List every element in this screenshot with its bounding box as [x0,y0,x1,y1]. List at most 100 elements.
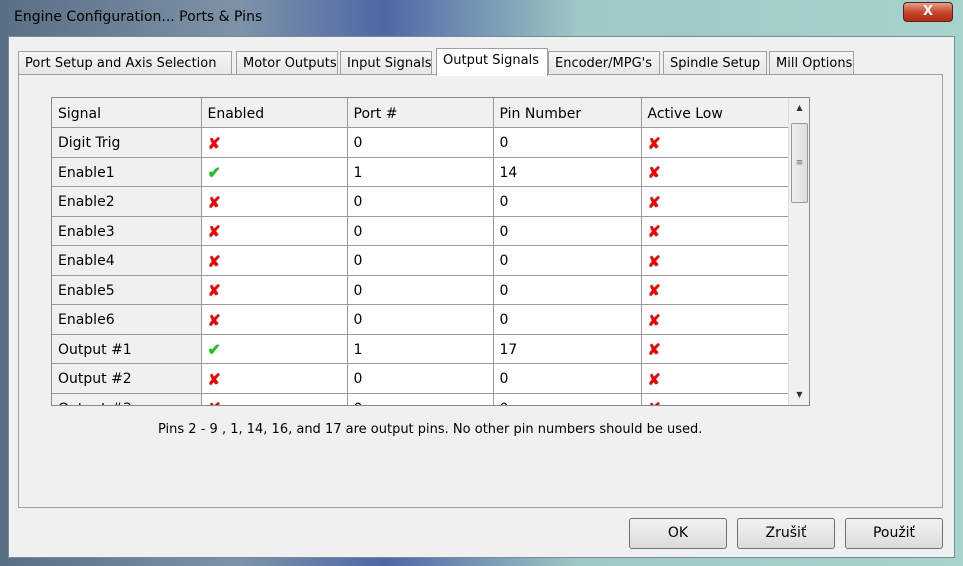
signal-cell: Enable6 [52,304,202,335]
window-title: Engine Configuration... Ports & Pins [14,9,263,25]
tab-encoder-mpg[interactable]: Encoder/MPG's [548,51,660,75]
table-row[interactable]: Enable6 ✘ 0 0 ✘ [52,304,789,335]
tab-input-signals[interactable]: Input Signals [340,51,432,75]
signal-cell: Output #2 [52,363,202,394]
table-row[interactable]: Enable4 ✘ 0 0 ✘ [52,245,789,276]
green-check-icon[interactable]: ✔ [208,340,221,359]
red-x-icon[interactable]: ✘ [208,281,221,300]
active-low-cell[interactable]: ✘ [641,127,789,158]
red-x-icon[interactable]: ✘ [208,370,221,389]
pin-cell[interactable]: 0 [493,216,642,246]
red-x-icon[interactable]: ✘ [648,252,661,271]
red-x-icon[interactable]: ✘ [648,370,661,389]
red-x-icon[interactable]: ✘ [208,134,221,153]
active-low-cell[interactable]: ✘ [641,334,789,364]
tab-output-signals[interactable]: Output Signals [436,48,548,76]
active-low-cell[interactable]: ✘ [641,304,789,335]
active-low-cell[interactable]: ✘ [641,216,789,246]
port-cell[interactable]: 0 [347,245,494,276]
table-row[interactable]: Output #3 ✘ 0 0 ✘ [52,393,789,405]
red-x-icon[interactable]: ✘ [648,163,661,182]
red-x-icon[interactable]: ✘ [648,134,661,153]
signals-grid[interactable]: Signal Enabled Port # Pin Number Active … [51,97,810,406]
col-enabled[interactable]: Enabled [201,98,348,128]
col-signal[interactable]: Signal [52,98,202,128]
table-row[interactable]: Enable3 ✘ 0 0 ✘ [52,216,789,246]
active-low-cell[interactable]: ✘ [641,186,789,217]
signal-cell: Enable3 [52,216,202,246]
enabled-cell[interactable]: ✘ [201,304,348,335]
close-button[interactable]: X [903,2,953,22]
table-row[interactable]: Output #1 ✔ 1 17 ✘ [52,334,789,364]
tab-motor-outputs[interactable]: Motor Outputs [236,51,338,75]
header-row: Signal Enabled Port # Pin Number Active … [52,98,789,128]
pin-cell[interactable]: 0 [493,245,642,276]
red-x-icon[interactable]: ✘ [208,399,221,405]
red-x-icon[interactable]: ✘ [648,340,661,359]
pin-cell[interactable]: 0 [493,186,642,217]
col-active-low[interactable]: Active Low [641,98,789,128]
pin-cell[interactable]: 0 [493,127,642,158]
red-x-icon[interactable]: ✘ [208,252,221,271]
red-x-icon[interactable]: ✘ [208,222,221,241]
port-cell[interactable]: 0 [347,363,494,394]
tab-mill-options[interactable]: Mill Options [769,51,854,75]
table-row[interactable]: Enable5 ✘ 0 0 ✘ [52,275,789,305]
scroll-down-arrow[interactable]: ▼ [789,385,809,405]
port-cell[interactable]: 1 [347,157,494,187]
enabled-cell[interactable]: ✘ [201,216,348,246]
signals-table: Signal Enabled Port # Pin Number Active … [52,98,789,405]
enabled-cell[interactable]: ✘ [201,393,348,405]
table-row[interactable]: Enable2 ✘ 0 0 ✘ [52,186,789,217]
cancel-button[interactable]: Zrušiť [737,518,835,549]
table-row[interactable]: Digit Trig ✘ 0 0 ✘ [52,127,789,158]
enabled-cell[interactable]: ✘ [201,363,348,394]
red-x-icon[interactable]: ✘ [208,311,221,330]
port-cell[interactable]: 0 [347,216,494,246]
pin-cell[interactable]: 17 [493,334,642,364]
active-low-cell[interactable]: ✘ [641,245,789,276]
active-low-cell[interactable]: ✘ [641,363,789,394]
pin-cell[interactable]: 14 [493,157,642,187]
port-cell[interactable]: 1 [347,334,494,364]
red-x-icon[interactable]: ✘ [648,222,661,241]
enabled-cell[interactable]: ✔ [201,157,348,187]
port-cell[interactable]: 0 [347,393,494,405]
title-bar: Engine Configuration... Ports & Pins X [0,0,963,36]
enabled-cell[interactable]: ✘ [201,127,348,158]
enabled-cell[interactable]: ✘ [201,186,348,217]
port-cell[interactable]: 0 [347,186,494,217]
scroll-thumb[interactable]: ≡ [791,123,808,203]
pin-cell[interactable]: 0 [493,275,642,305]
red-x-icon[interactable]: ✘ [208,193,221,212]
port-cell[interactable]: 0 [347,275,494,305]
tab-port-setup[interactable]: Port Setup and Axis Selection [18,51,232,75]
red-x-icon[interactable]: ✘ [648,399,661,405]
col-pin[interactable]: Pin Number [493,98,642,128]
vertical-scrollbar[interactable]: ▲ ≡ ▼ [788,98,809,405]
active-low-cell[interactable]: ✘ [641,275,789,305]
enabled-cell[interactable]: ✔ [201,334,348,364]
enabled-cell[interactable]: ✘ [201,275,348,305]
pin-cell[interactable]: 0 [493,363,642,394]
ok-button[interactable]: OK [629,518,727,549]
red-x-icon[interactable]: ✘ [648,281,661,300]
table-row[interactable]: Enable1 ✔ 1 14 ✘ [52,157,789,187]
col-port[interactable]: Port # [347,98,494,128]
pin-cell[interactable]: 0 [493,393,642,405]
scroll-up-arrow[interactable]: ▲ [789,98,809,118]
table-row[interactable]: Output #2 ✘ 0 0 ✘ [52,363,789,394]
red-x-icon[interactable]: ✘ [648,311,661,330]
signal-cell: Enable2 [52,186,202,217]
active-low-cell[interactable]: ✘ [641,393,789,405]
red-x-icon[interactable]: ✘ [648,193,661,212]
signal-cell: Output #1 [52,334,202,364]
port-cell[interactable]: 0 [347,127,494,158]
pin-cell[interactable]: 0 [493,304,642,335]
active-low-cell[interactable]: ✘ [641,157,789,187]
apply-button[interactable]: Použiť [845,518,943,549]
port-cell[interactable]: 0 [347,304,494,335]
enabled-cell[interactable]: ✘ [201,245,348,276]
tab-spindle-setup[interactable]: Spindle Setup [663,51,767,75]
green-check-icon[interactable]: ✔ [208,163,221,182]
